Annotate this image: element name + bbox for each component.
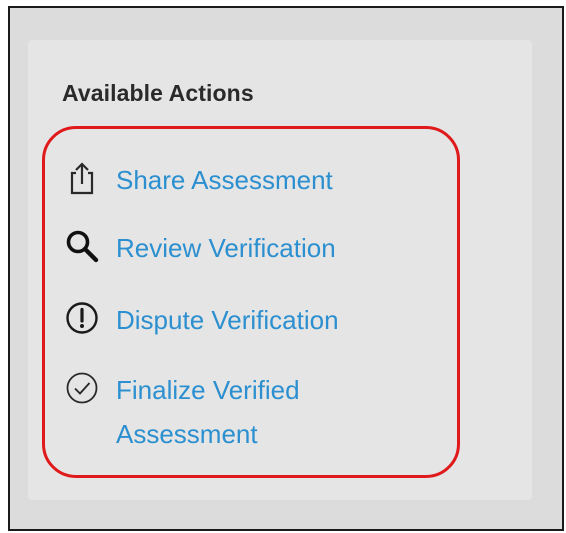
share-assessment-link[interactable]: Share Assessment (116, 158, 333, 202)
finalize-verified-assessment-link[interactable]: Finalize Verified Assessment (116, 368, 356, 456)
search-icon (62, 226, 102, 266)
panel-title: Available Actions (62, 80, 254, 106)
dispute-verification-link[interactable]: Dispute Verification (116, 298, 339, 342)
screenshot-frame: Available Actions Share Assessment Revie… (8, 6, 564, 531)
review-verification-action[interactable]: Review Verification (62, 226, 336, 270)
review-verification-link[interactable]: Review Verification (116, 226, 336, 270)
dispute-verification-action[interactable]: Dispute Verification (62, 298, 339, 342)
share-assessment-action[interactable]: Share Assessment (62, 158, 333, 202)
share-icon (62, 158, 102, 198)
check-circle-icon (62, 368, 102, 408)
finalize-verified-assessment-action[interactable]: Finalize Verified Assessment (62, 368, 362, 456)
exclamation-circle-icon (62, 298, 102, 338)
